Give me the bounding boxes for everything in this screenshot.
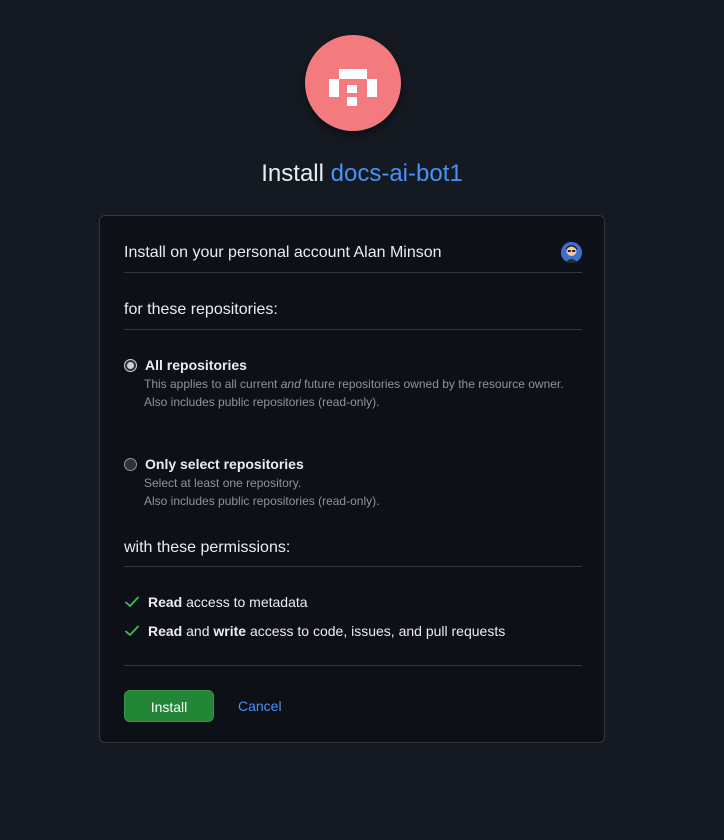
cancel-link[interactable]: Cancel <box>238 697 282 715</box>
desc-text: This applies to all current <box>144 377 278 391</box>
desc-text: future repositories owned by the resourc… <box>304 377 564 391</box>
check-icon <box>125 625 139 636</box>
page-title: Install docs-ai-bot1 <box>0 159 724 189</box>
permission-write: write <box>213 623 247 639</box>
install-card: Install on your personal account Alan Mi… <box>99 215 605 743</box>
divider <box>124 566 582 567</box>
repositories-title: for these repositories: <box>124 301 278 318</box>
desc-text: Also includes public repositories (read-… <box>144 494 380 508</box>
app-name-link[interactable]: docs-ai-bot1 <box>331 160 463 187</box>
account-label: Install on your personal account Alan Mi… <box>124 244 442 261</box>
desc-emphasis: and <box>280 377 301 391</box>
permission-text: and <box>186 623 210 639</box>
divider <box>124 665 582 666</box>
desc-text: Select at least one repository. <box>144 476 302 490</box>
app-logo-icon <box>305 35 401 131</box>
permission-read: Read <box>148 623 183 639</box>
install-button[interactable]: Install <box>124 690 214 722</box>
install-page: Install docs-ai-bot1 Install on your per… <box>0 0 724 840</box>
divider <box>124 329 582 330</box>
only-select-repositories-radio[interactable] <box>124 458 137 471</box>
all-repositories-label[interactable]: All repositories <box>145 356 247 374</box>
install-prefix: Install <box>261 160 324 187</box>
divider <box>124 272 582 273</box>
permission-text: access to metadata <box>186 594 308 610</box>
permission-item: Read access to metadata <box>124 593 308 611</box>
permissions-title: with these permissions: <box>124 539 291 556</box>
check-icon <box>125 596 139 607</box>
permission-item: Read and write access to code, issues, a… <box>124 622 505 640</box>
permission-text: access to code, issues, and pull request… <box>249 623 506 639</box>
user-avatar <box>561 242 582 263</box>
all-repositories-description: This applies to all current and future r… <box>144 375 564 411</box>
desc-text: Also includes public repositories (read-… <box>144 395 380 409</box>
all-repositories-radio[interactable] <box>124 359 137 372</box>
permission-read: Read <box>148 594 183 610</box>
only-select-repositories-description: Select at least one repository. Also inc… <box>144 474 564 510</box>
only-select-repositories-label[interactable]: Only select repositories <box>145 455 304 473</box>
